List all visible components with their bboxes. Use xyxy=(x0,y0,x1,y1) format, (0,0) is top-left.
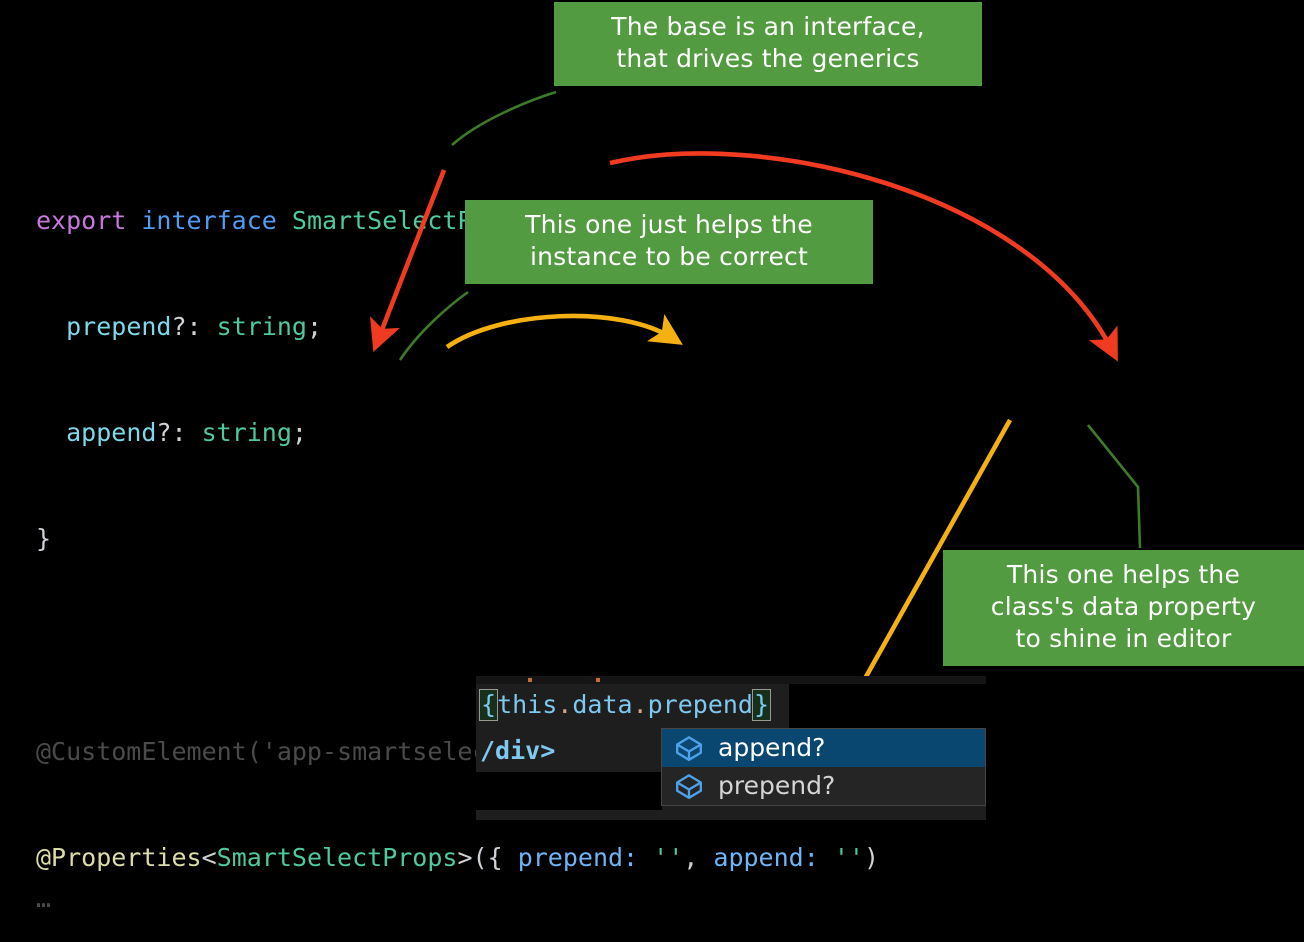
autocomplete-item-label: append? xyxy=(718,733,826,762)
overlay-code-expression: {this.data.prepend} xyxy=(479,688,772,722)
overlay-code-div-close: /div> xyxy=(480,736,556,765)
overlay-error-dots xyxy=(528,676,688,684)
annotated-code-screenshot: export interface SmartSelectProps { prep… xyxy=(0,0,1304,942)
bracket-match-close: } xyxy=(751,689,772,721)
property-cube-icon xyxy=(676,736,702,761)
code-line-properties: @Properties<SmartSelectProps>({ prepend:… xyxy=(36,843,879,873)
editor-autocomplete-overlay: {this.data.prepend} /div> append? prepen… xyxy=(476,676,986,820)
code-line-3: append?: string; xyxy=(66,418,307,448)
overlay-expression-body: this.data.prepend xyxy=(497,690,753,719)
callout-editor-line3: to shine in editor xyxy=(1015,624,1232,653)
code-line-2: prepend?: string; xyxy=(66,312,323,342)
bracket-match-open: { xyxy=(479,689,499,721)
overlay-bottom-strip xyxy=(476,810,986,820)
callout-base-line1: The base is an interface, xyxy=(611,12,925,41)
autocomplete-item-prepend[interactable]: prepend? xyxy=(662,767,985,805)
callout-editor-shine: This one helps the class's data property… xyxy=(943,550,1304,666)
callout-instance-correct: This one just helps the instance to be c… xyxy=(465,200,873,284)
code-ellipsis: … xyxy=(36,884,52,913)
callout-base-line2: that drives the generics xyxy=(616,44,920,73)
autocomplete-item-append[interactable]: append? xyxy=(662,729,985,767)
callout-instance-line2: instance to be correct xyxy=(529,242,809,271)
property-cube-icon xyxy=(676,774,702,799)
overlay-black-fill-right xyxy=(789,684,986,730)
autocomplete-list[interactable]: append? prepend? xyxy=(661,728,986,806)
autocomplete-item-label: prepend? xyxy=(718,771,836,800)
callout-base-interface: The base is an interface, that drives th… xyxy=(554,2,982,86)
callout-instance-line1: This one just helps the xyxy=(525,210,813,239)
callout-editor-line2: class's data property xyxy=(990,592,1257,621)
callout-editor-line1: This one helps the xyxy=(1006,560,1241,589)
overlay-black-fill-bottom xyxy=(476,772,662,810)
